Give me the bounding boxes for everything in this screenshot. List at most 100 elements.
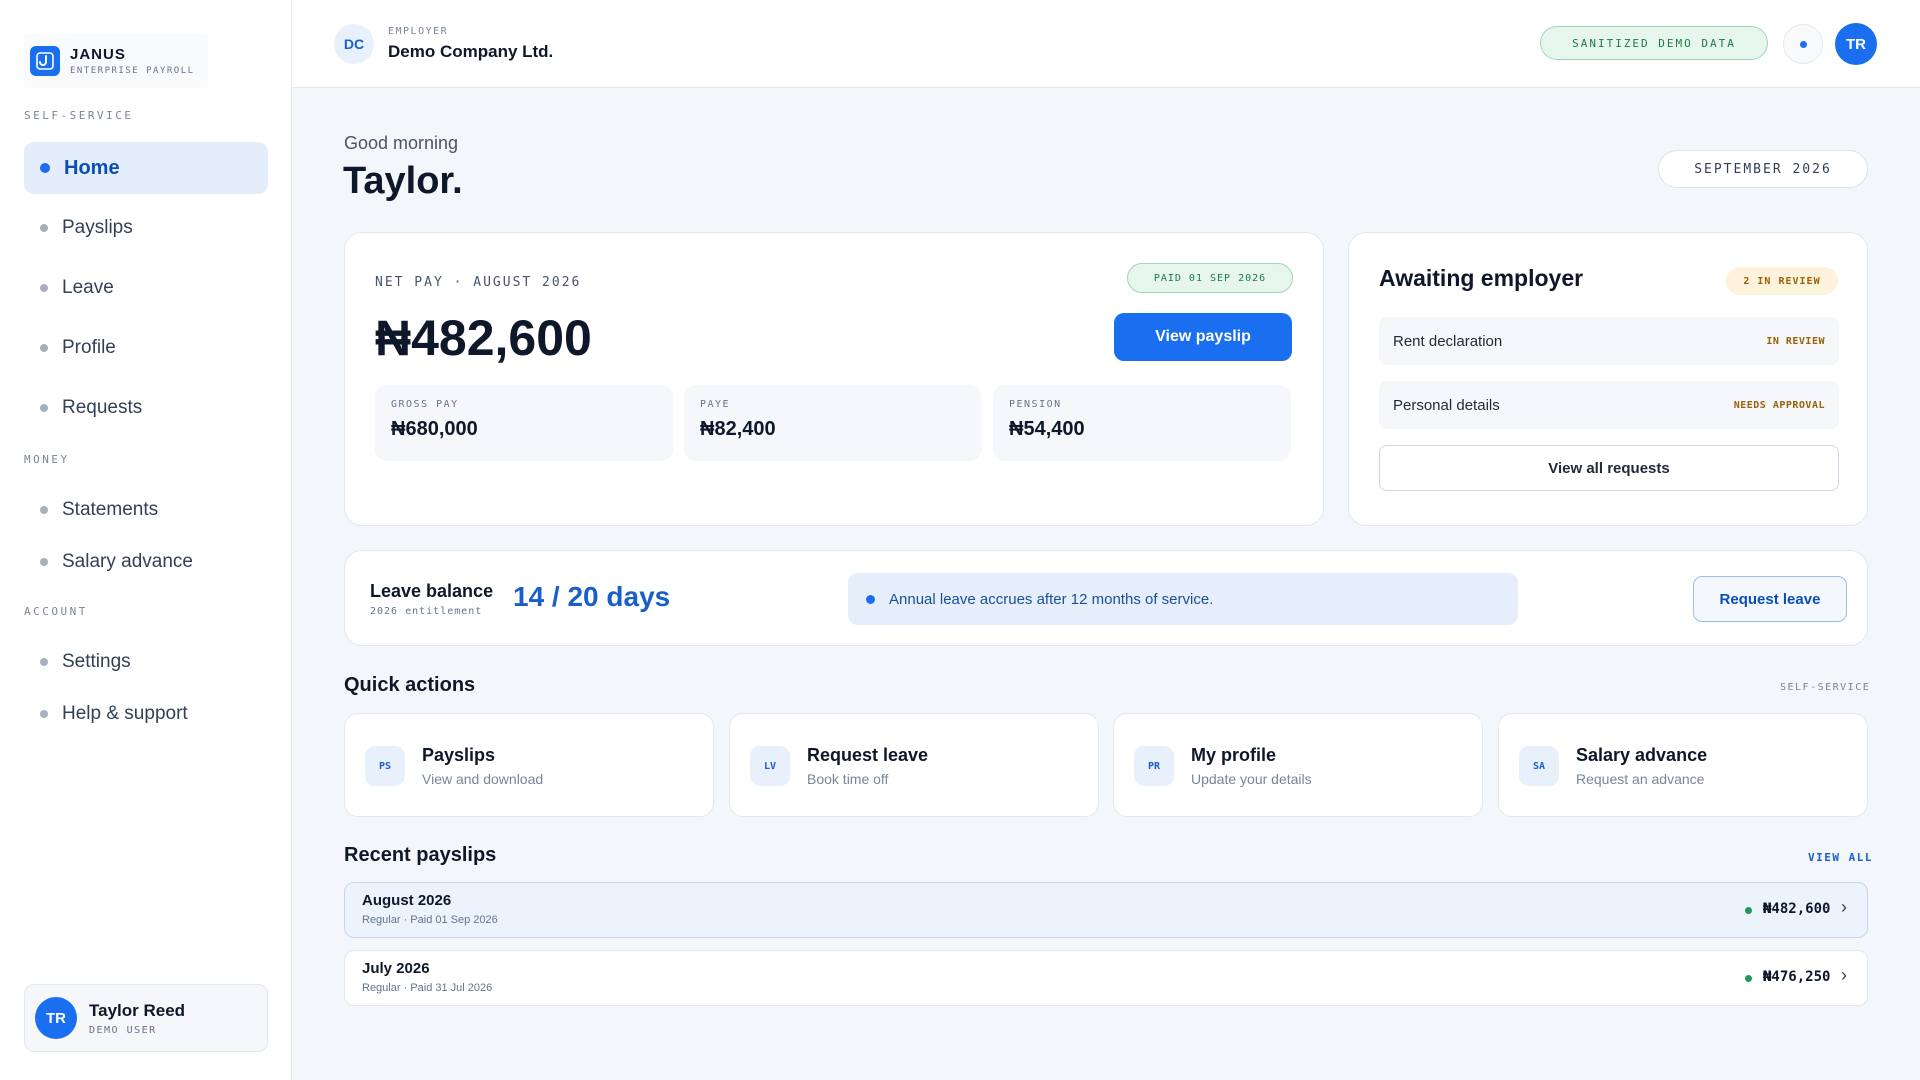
sidebar-item-salary-advance[interactable]: Salary advance (24, 536, 268, 588)
payslip-meta: Regular · Paid 31 Jul 2026 (362, 982, 493, 994)
sidebar-item-label: Statements (62, 499, 159, 520)
view-all-payslips-link[interactable]: VIEW ALL (1808, 851, 1873, 864)
request-title: Rent declaration (1393, 332, 1503, 350)
request-title: Personal details (1393, 396, 1500, 414)
sidebar-item-requests[interactable]: Requests (24, 382, 268, 434)
salary-advance-icon: SA (1519, 746, 1559, 786)
section-label-account: ACCOUNT (24, 605, 88, 618)
request-leave-button[interactable]: Request leave (1693, 576, 1847, 622)
bullet-icon (40, 710, 48, 718)
leave-balance-card: Leave balance 2026 entitlement 14 / 20 d… (344, 550, 1868, 646)
hook-icon (30, 46, 60, 76)
in-review-badge: 2 IN REVIEW (1726, 267, 1838, 295)
request-row-rent[interactable]: Rent declaration IN REVIEW (1379, 317, 1839, 365)
bullet-icon (40, 344, 48, 352)
payslips-icon: PS (365, 746, 405, 786)
sidebar-item-profile[interactable]: Profile (24, 322, 268, 374)
quick-action-payslips[interactable]: PS Payslips View and download (344, 713, 714, 817)
section-label-self-service: SELF-SERVICE (24, 109, 134, 122)
sidebar-item-label: Payslips (62, 217, 133, 238)
leave-icon: LV (750, 746, 790, 786)
period-selector[interactable]: SEPTEMBER 2026 (1658, 150, 1868, 188)
quick-action-my-profile[interactable]: PR My profile Update your details (1113, 713, 1483, 817)
employer-label: EMPLOYER (388, 26, 449, 37)
stat-label: PAYE (700, 399, 731, 410)
stat-value: ₦680,000 (391, 418, 478, 440)
brand-name: JANUS (70, 46, 126, 63)
request-row-personal[interactable]: Personal details NEEDS APPROVAL (1379, 381, 1839, 429)
greeting-name: Taylor. (343, 160, 463, 202)
bullet-icon (40, 558, 48, 566)
payslip-meta: Regular · Paid 01 Sep 2026 (362, 914, 498, 926)
awaiting-employer-card: Awaiting employer 2 IN REVIEW Rent decla… (1348, 232, 1868, 526)
view-payslip-button[interactable]: View payslip (1114, 313, 1292, 361)
sidebar-item-statements[interactable]: Statements (24, 484, 268, 536)
payslip-row-august[interactable]: August 2026 Regular · Paid 01 Sep 2026 ₦… (344, 882, 1868, 938)
net-pay-amount: ₦482,600 (375, 310, 592, 366)
employer-name: Demo Company Ltd. (388, 42, 554, 61)
profile-icon: PR (1134, 746, 1174, 786)
payslip-month: August 2026 (362, 892, 452, 909)
recent-payslips-title: Recent payslips (344, 844, 497, 866)
sidebar-item-home[interactable]: Home (24, 142, 268, 194)
leave-days: 14 / 20 days (513, 581, 671, 612)
bullet-icon (40, 224, 48, 232)
bullet-icon (40, 284, 48, 292)
leave-subtitle: 2026 entitlement (370, 606, 483, 617)
payslip-month: July 2026 (362, 960, 430, 977)
pension-stat: PENSION ₦54,400 (993, 385, 1291, 461)
view-all-requests-button[interactable]: View all requests (1379, 445, 1839, 491)
avatar: TR (35, 997, 77, 1039)
sidebar-item-leave[interactable]: Leave (24, 262, 268, 314)
brand-logo[interactable]: JANUS ENTERPRISE PAYROLL (24, 34, 208, 88)
sidebar-item-label: Requests (62, 397, 143, 418)
payslip-row-july[interactable]: July 2026 Regular · Paid 31 Jul 2026 ₦47… (344, 950, 1868, 1006)
quick-action-desc: Request an advance (1576, 771, 1705, 787)
sidebar-item-help[interactable]: Help & support (24, 688, 268, 740)
stat-value: ₦82,400 (700, 418, 776, 440)
net-pay-card: NET PAY · AUGUST 2026 PAID 01 SEP 2026 ₦… (344, 232, 1324, 526)
sidebar-item-label: Home (64, 156, 120, 179)
greeting-salutation: Good morning (344, 133, 459, 153)
paid-status-dot-icon (1745, 907, 1752, 914)
sidebar-item-settings[interactable]: Settings (24, 636, 268, 688)
chevron-right-icon: › (1841, 897, 1847, 917)
notification-button[interactable] (1783, 24, 1823, 64)
section-label-money: MONEY (24, 453, 70, 466)
employer-avatar: DC (334, 24, 374, 64)
user-role: DEMO USER (89, 1024, 157, 1036)
request-status: NEEDS APPROVAL (1733, 399, 1825, 411)
quick-action-desc: Book time off (807, 771, 889, 787)
user-name: Taylor Reed (89, 1000, 186, 1020)
bullet-icon (40, 506, 48, 514)
leave-info-text: Annual leave accrues after 12 months of … (889, 590, 1214, 608)
net-pay-label: NET PAY · AUGUST 2026 (375, 275, 582, 290)
stat-value: ₦54,400 (1009, 418, 1085, 440)
stat-label: PENSION (1009, 399, 1062, 410)
info-dot-icon (866, 594, 875, 604)
chevron-right-icon: › (1841, 965, 1847, 985)
quick-actions-tag: SELF-SERVICE (1780, 682, 1871, 693)
user-avatar-button[interactable]: TR (1835, 23, 1877, 65)
user-card[interactable]: TR Taylor Reed DEMO USER (24, 984, 268, 1052)
brand-subtitle: ENTERPRISE PAYROLL (70, 66, 195, 76)
quick-action-salary-advance[interactable]: SA Salary advance Request an advance (1498, 713, 1868, 817)
payslip-amount: ₦476,250 (1763, 969, 1831, 985)
notification-dot-icon (1799, 40, 1807, 48)
bullet-icon (40, 404, 48, 412)
paid-status-badge: PAID 01 SEP 2026 (1127, 263, 1293, 293)
payslip-amount: ₦482,600 (1763, 901, 1831, 917)
quick-action-name: Payslips (422, 745, 496, 765)
quick-action-request-leave[interactable]: LV Request leave Book time off (729, 713, 1099, 817)
sidebar-item-payslips[interactable]: Payslips (24, 202, 268, 254)
stat-label: GROSS PAY (391, 399, 459, 410)
request-status: IN REVIEW (1766, 335, 1825, 347)
leave-info-banner: Annual leave accrues after 12 months of … (848, 573, 1518, 625)
sidebar-item-label: Leave (62, 277, 114, 298)
sidebar: JANUS ENTERPRISE PAYROLL SELF-SERVICE Ho… (0, 0, 292, 1080)
awaiting-title: Awaiting employer (1379, 265, 1584, 291)
sidebar-item-label: Help & support (62, 703, 188, 724)
quick-action-name: Salary advance (1576, 745, 1708, 765)
sidebar-item-label: Settings (62, 651, 131, 672)
quick-action-name: Request leave (807, 745, 929, 765)
